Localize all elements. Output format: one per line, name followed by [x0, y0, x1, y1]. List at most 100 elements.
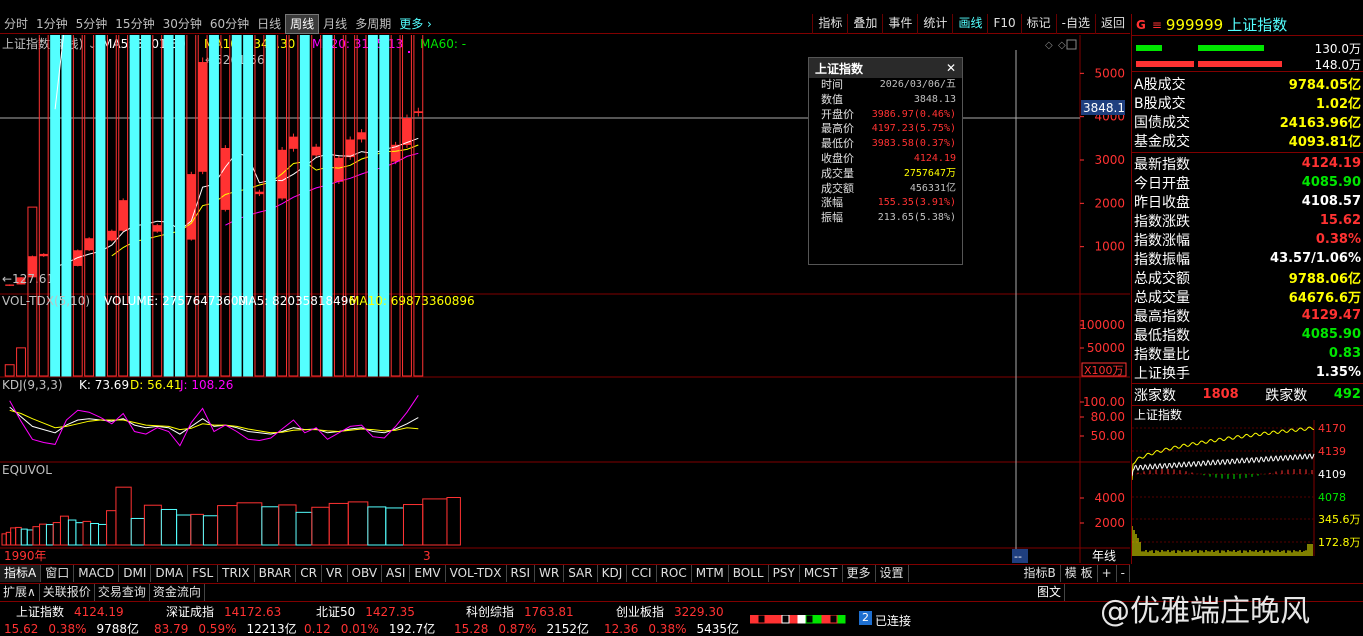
toolbar-btn-8[interactable]: 返回 — [1094, 14, 1130, 34]
index-quote[interactable]: 科创综指 1763.81 15.28 0.87% 2152亿 — [454, 603, 606, 636]
sub-tab-3[interactable]: 资金流向 — [150, 584, 205, 601]
quote-value: 24163.96亿 — [1279, 116, 1361, 131]
indicator-tab-cci[interactable]: CCI — [627, 565, 657, 582]
mini-avg-line — [1132, 426, 1315, 481]
indicator-tab-wr[interactable]: WR — [535, 565, 565, 582]
toolbar-btn-2[interactable]: 事件 — [882, 14, 917, 34]
volume-bar — [72, 35, 83, 377]
indicator-tab-obv[interactable]: OBV — [348, 565, 383, 582]
indicator-tab-更多[interactable]: 更多 — [843, 565, 876, 582]
indicator-tab-rsi[interactable]: RSI — [507, 565, 536, 582]
quote-row: 最低指数 4085.90 — [1132, 325, 1363, 344]
volume-bar — [288, 35, 299, 377]
quote-value: 15.62 — [1319, 213, 1361, 228]
index-quote[interactable]: 上证指数 4124.19 15.62 0.38% 9788亿 — [4, 603, 156, 636]
index-quote[interactable]: 北证50 1427.35 0.12 0.01% 192.7亿 — [304, 603, 456, 636]
volume-bar — [84, 35, 95, 377]
chevron-down-icon[interactable]: ⌄ — [88, 40, 96, 51]
price-tick-label: 5000 — [1094, 66, 1125, 80]
buy-bar-right — [1198, 45, 1264, 51]
vol-legend-1: VOLUME: 27576473600 — [104, 294, 246, 308]
toolbar-btn-1[interactable]: 叠加 — [847, 14, 882, 34]
quote-label: 最高指数 — [1134, 308, 1190, 325]
volume-bar — [379, 35, 390, 377]
indicator-tab-kdj[interactable]: KDJ — [598, 565, 628, 582]
volume-bar — [231, 35, 242, 377]
tabs-right-btn-3[interactable]: - — [1117, 565, 1130, 582]
indicator-tab-设置[interactable]: 设置 — [876, 565, 909, 582]
candle-body — [289, 136, 298, 149]
window-icon[interactable] — [1066, 39, 1077, 50]
indicator-tab-mtm[interactable]: MTM — [692, 565, 729, 582]
period-tab-3[interactable]: 15分钟 — [111, 15, 158, 33]
indicator-tab-brar[interactable]: BRAR — [255, 565, 297, 582]
quote-row: 指数涨跌 15.62 — [1132, 211, 1363, 230]
toolbar-btn-7[interactable]: -自选 — [1055, 14, 1095, 34]
indicator-tab-窗口[interactable]: 窗口 — [41, 565, 75, 582]
volume-bar — [61, 35, 72, 377]
vol-legend-0: VOL-TDX(5,10) — [2, 294, 90, 308]
indicator-tab-fsl[interactable]: FSL — [188, 565, 219, 582]
indicator-tab-psy[interactable]: PSY — [769, 565, 800, 582]
diamond-icon[interactable]: ◇ — [1045, 40, 1053, 51]
price-marker: 3848.1 — [1083, 101, 1125, 115]
tabs-right-btn-1[interactable]: 模 板 — [1061, 565, 1098, 582]
volume-bar — [152, 35, 163, 377]
equvol-box — [106, 510, 117, 546]
index-quote[interactable]: 深证成指 14172.63 83.79 0.59% 12213亿 — [154, 603, 306, 636]
quote-row: A股成交 9784.05亿 — [1132, 74, 1363, 94]
indicator-tab-dma[interactable]: DMA — [151, 565, 189, 582]
period-tab-9[interactable]: 多周期 — [351, 15, 395, 33]
period-tab-10[interactable]: 更多 › — [395, 15, 436, 33]
period-tab-2[interactable]: 5分钟 — [72, 15, 112, 33]
indicator-tab-boll[interactable]: BOLL — [729, 565, 769, 582]
index-quote[interactable]: 创业板指 3229.30 12.36 0.38% 5435亿 — [604, 603, 756, 636]
indicator-tab-vr[interactable]: VR — [322, 565, 348, 582]
mini-intraday-chart[interactable]: 上证指数 4170 4139 4109 4078 345.6万 172.8万 — [1132, 406, 1363, 556]
period-tab-0[interactable]: 分时 — [0, 15, 32, 33]
popup-value: 213.65(5.38%) — [877, 212, 956, 224]
quote-label: 昨日收盘 — [1134, 194, 1190, 211]
indicator-tab-dmi[interactable]: DMI — [119, 565, 152, 582]
popup-key: 最低价 — [821, 137, 854, 151]
indicator-tab-sar[interactable]: SAR — [564, 565, 598, 582]
toolbar-btn-4[interactable]: 画线 — [952, 14, 987, 34]
equvol-box — [39, 523, 47, 546]
period-tab-7[interactable]: 周线 — [285, 13, 320, 34]
indicator-tab-asi[interactable]: ASI — [382, 565, 411, 582]
sub-tab-2[interactable]: 交易查询 — [95, 584, 150, 601]
period-tab-4[interactable]: 30分钟 — [159, 15, 206, 33]
toolbar-btn-0[interactable]: 指标 — [812, 14, 847, 34]
indicator-tab-指标a[interactable]: 指标A — [0, 565, 42, 582]
quote-row: 基金成交 4093.81亿 — [1132, 131, 1363, 151]
period-tab-6[interactable]: 日线 — [253, 15, 285, 33]
menu-icon[interactable]: ≡ — [1152, 18, 1162, 32]
sub-tab-graphic[interactable]: 图文 — [1034, 584, 1066, 601]
expand-icon[interactable]: ◇ — [1058, 40, 1066, 51]
indicator-tab-macd[interactable]: MACD — [74, 565, 120, 582]
indicator-tab-vol-tdx[interactable]: VOL-TDX — [446, 565, 507, 582]
close-icon[interactable]: ✕ — [946, 61, 956, 75]
indicator-tab-cr[interactable]: CR — [296, 565, 322, 582]
quote-row: 总成交量 64676.6万 — [1132, 287, 1363, 307]
popup-row: 收盘价 4124.19 — [809, 152, 962, 167]
kdj-legend-2: D: 56.41 — [130, 378, 181, 392]
toolbar-btn-3[interactable]: 统计 — [917, 14, 952, 34]
sub-tab-1[interactable]: 关联报价 — [40, 584, 95, 601]
indicator-tab-trix[interactable]: TRIX — [218, 565, 255, 582]
indicator-tab-mcst[interactable]: MCST — [800, 565, 843, 582]
period-tab-1[interactable]: 1分钟 — [32, 15, 72, 33]
toolbar-btn-5[interactable]: F10 — [987, 14, 1020, 34]
tabs-right-btn-2[interactable]: + — [1098, 565, 1117, 582]
period-tab-8[interactable]: 月线 — [319, 15, 351, 33]
period-tab-5[interactable]: 60分钟 — [206, 15, 253, 33]
toolbar-btn-6[interactable]: 标记 — [1020, 14, 1056, 34]
equvol-box — [67, 519, 77, 546]
sub-tab-0[interactable]: 扩展∧ — [0, 584, 40, 601]
indicator-tab-emv[interactable]: EMV — [410, 565, 446, 582]
tabs-right-btn-0[interactable]: 指标B — [1020, 565, 1061, 582]
equvol-box — [422, 498, 448, 546]
index-row-2: 15.62 0.38% 9788亿 — [4, 620, 156, 636]
indicator-tab-roc[interactable]: ROC — [657, 565, 692, 582]
candle-body — [220, 147, 230, 210]
